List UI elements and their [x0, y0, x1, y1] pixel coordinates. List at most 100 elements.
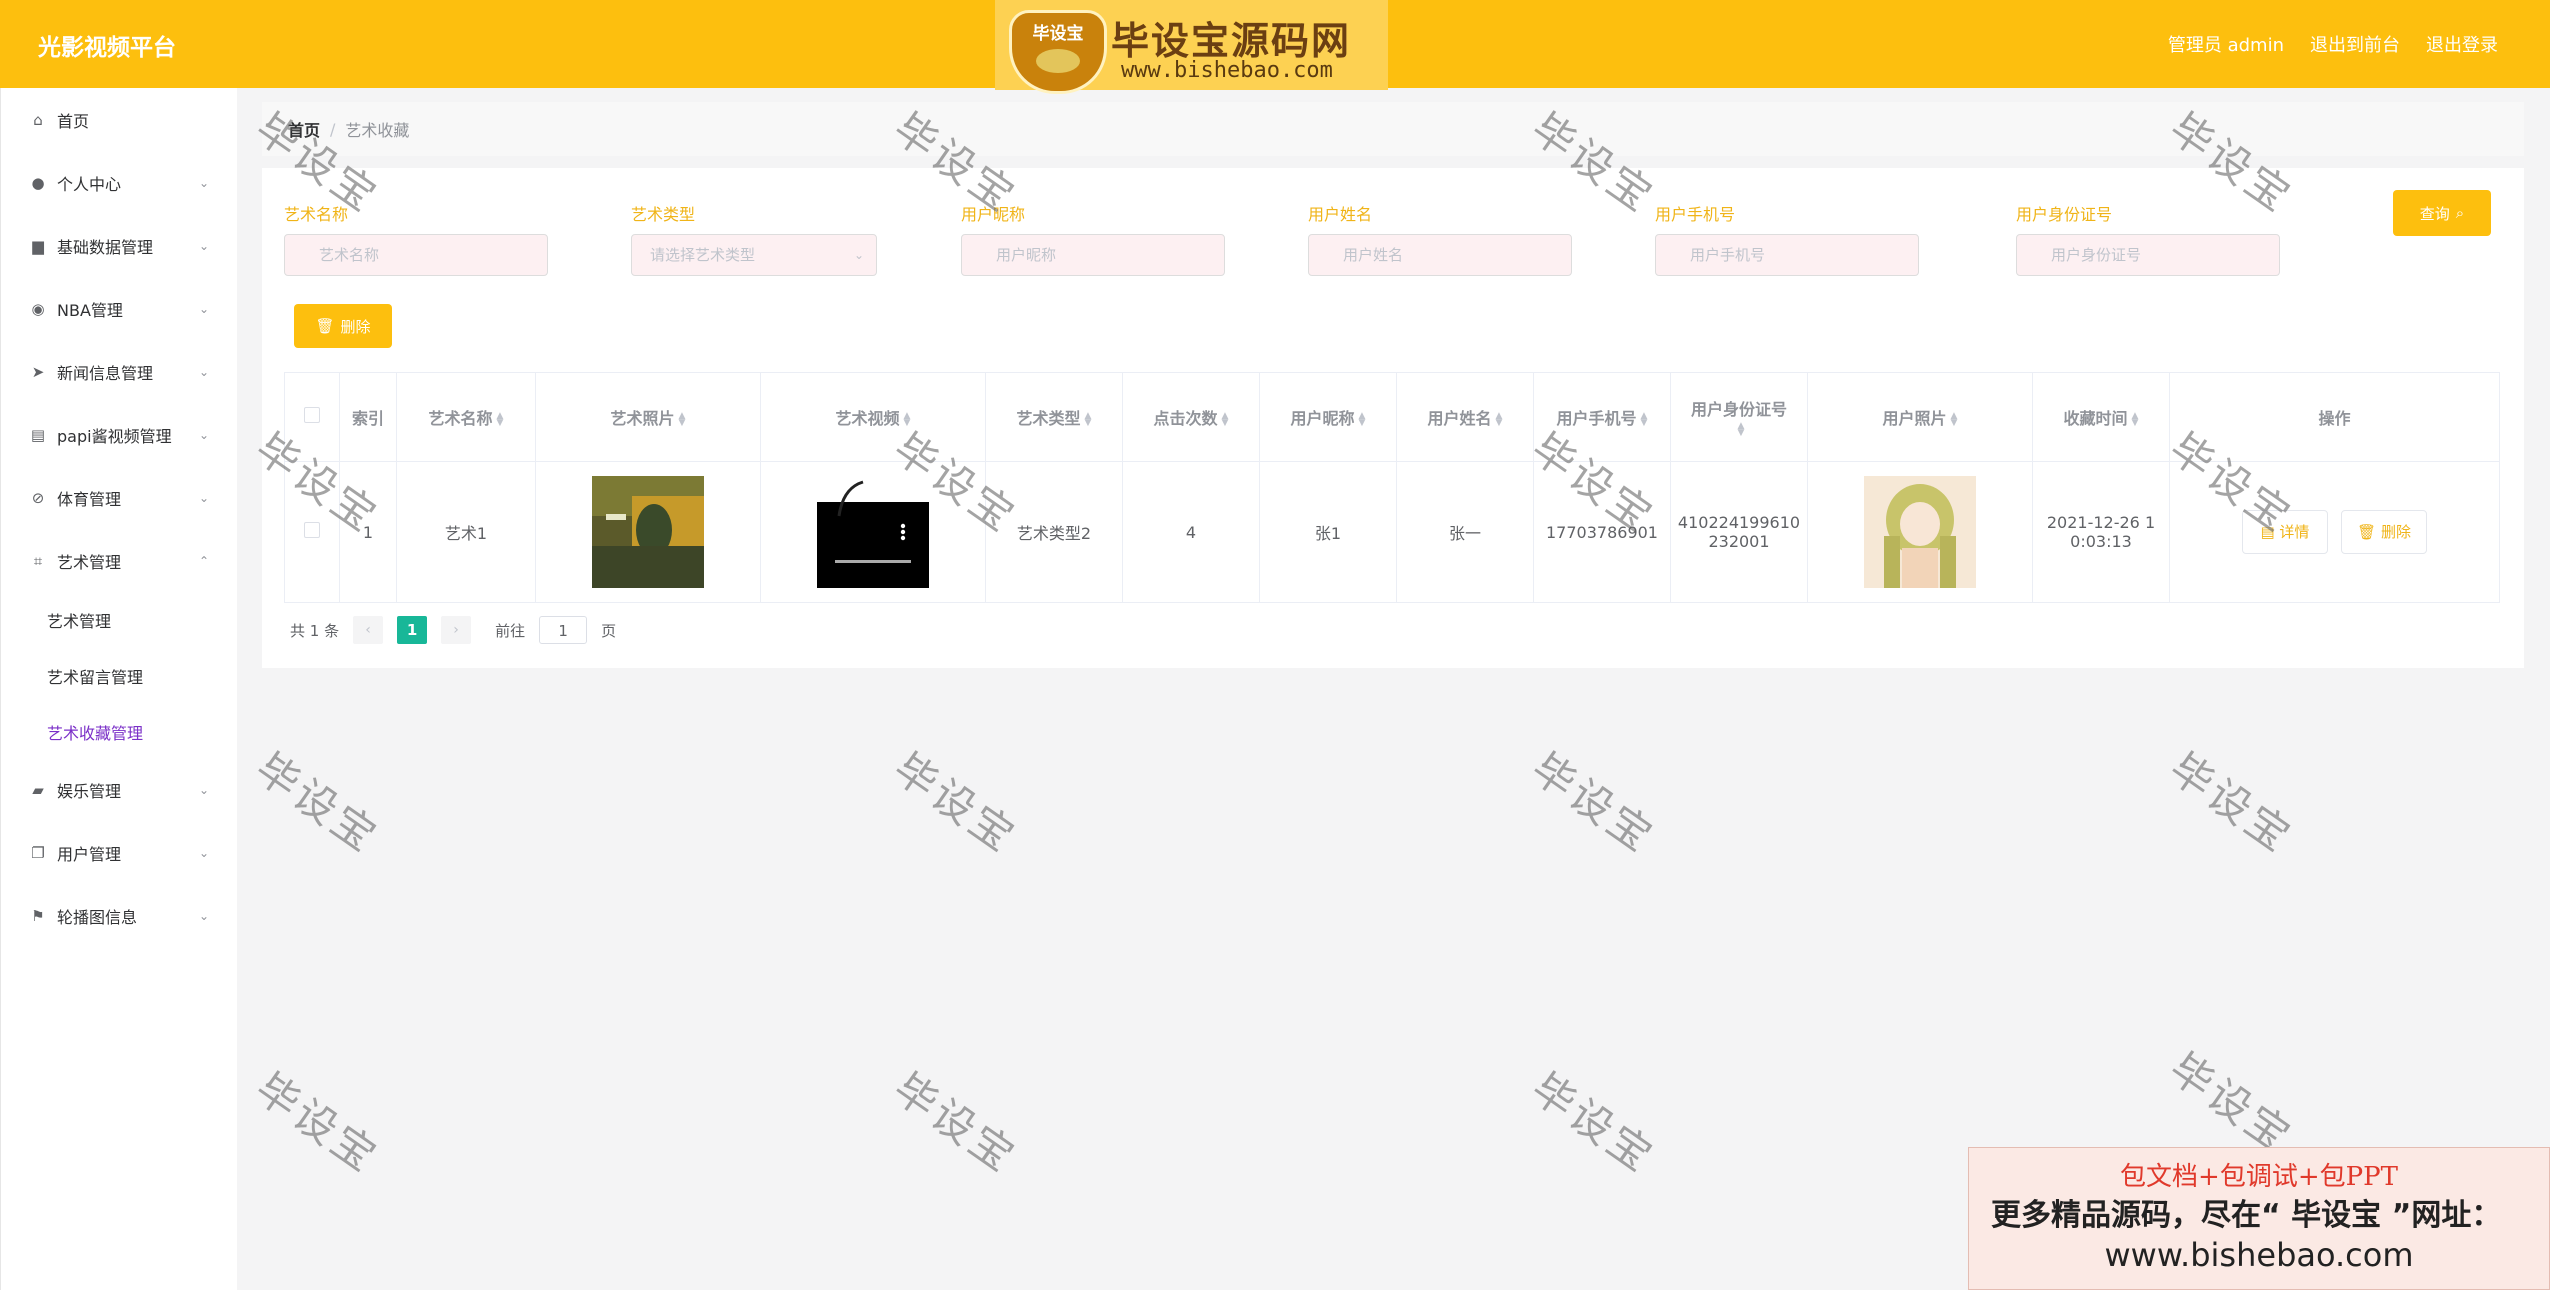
col-label: 点击次数 [1153, 409, 1218, 428]
time-line-2: 0:03:13 [2070, 532, 2132, 551]
query-button-label: 查询 [2419, 204, 2450, 223]
col-realname[interactable]: 用户姓名 ▲ ▼ [1396, 372, 1534, 462]
search-icon: ⌕ [2455, 204, 2465, 222]
submenu-item-art-favorites[interactable]: 艺术收藏管理 [47, 720, 143, 744]
art-type-select[interactable]: 请选择艺术类型 ⌄ [631, 234, 877, 276]
user-name-input[interactable]: 用户姓名 [1308, 234, 1572, 276]
sidebar-item-label: 轮播图信息 [57, 908, 138, 927]
col-phone[interactable]: 用户手机号 ▲ ▼ [1533, 372, 1671, 462]
pagination-total: 共 1 条 [290, 621, 340, 640]
trash-icon: 🗑 [2357, 523, 2377, 541]
col-clicks[interactable]: 点击次数 ▲ ▼ [1122, 372, 1260, 462]
chevron-down-icon: ⌄ [198, 428, 209, 442]
col-label: 用户身份证号 [1690, 399, 1787, 419]
sidebar-item-carousel[interactable]: ⚑ 轮播图信息 ⌄ [1, 896, 237, 936]
col-index: 索引 [339, 372, 397, 462]
next-page-icon[interactable]: › [441, 616, 472, 644]
art-video-player[interactable] [817, 476, 929, 588]
cell-idcard: 410224199610 232001 [1670, 461, 1808, 603]
back-to-frontend-link[interactable]: 退出到前台 [2310, 31, 2400, 57]
sort-icon: ▲ ▼ [1358, 410, 1366, 428]
art-name-input[interactable]: 艺术名称 [284, 234, 548, 276]
admin-user-label[interactable]: 管理员 admin [2168, 31, 2284, 57]
col-art-type[interactable]: 艺术类型 ▲ ▼ [985, 372, 1123, 462]
page-number[interactable]: 1 [397, 616, 428, 644]
col-nickname[interactable]: 用户昵称 ▲ ▼ [1259, 372, 1397, 462]
col-art-video[interactable]: 艺术视频 ▲ ▼ [760, 372, 986, 462]
sort-icon: ▲ ▼ [1221, 410, 1229, 428]
user-name-label: 用户姓名 [1308, 205, 1373, 224]
batch-delete-button[interactable]: 🗑 删除 [294, 304, 392, 348]
sidebar-item-base-data[interactable]: ▆ 基础数据管理 ⌄ [1, 226, 237, 266]
sidebar-item-label: 用户管理 [57, 845, 122, 864]
promo-ad-box[interactable]: 包文档+包调试+包PPT 更多精品源码，尽在“ 毕设宝 ”网址： www.bis… [1968, 1147, 2550, 1290]
chevron-down-icon: ⌄ [198, 302, 209, 316]
sidebar-item-home[interactable]: ⌂ 首页 [1, 100, 237, 140]
col-label: 用户手机号 [1556, 409, 1637, 428]
sport-icon: ⊘ [31, 489, 45, 507]
cell-art-photo [535, 461, 761, 603]
sidebar-item-label: 娱乐管理 [57, 782, 122, 801]
col-label: 艺术照片 [610, 409, 675, 428]
ad-line-2: 更多精品源码，尽在“ 毕设宝 ”网址： [1991, 1198, 2502, 1233]
chevron-down-icon: ⌄ [198, 846, 209, 860]
col-label: 用户昵称 [1290, 409, 1355, 428]
prev-page-icon[interactable]: ‹ [353, 616, 384, 644]
table-header-row: 索引 艺术名称 ▲ ▼ 艺术照片 ▲ ▼ 艺术视频 ▲ ▼ 艺术类型 ▲ ▼ 点击次数 ▲ ▼ 用户… [284, 372, 2500, 462]
col-label: 收藏时间 [2063, 409, 2128, 428]
submenu-item-art-comments[interactable]: 艺术留言管理 [47, 664, 143, 688]
user-idcard-label: 用户身份证号 [2016, 205, 2113, 224]
sort-icon: ▲ ▼ [903, 410, 911, 428]
sidebar-item-personal-center[interactable]: ● 个人中心 ⌄ [1, 163, 237, 203]
col-art-photo[interactable]: 艺术照片 ▲ ▼ [535, 372, 761, 462]
detail-button[interactable]: ▤ 详情 [2241, 510, 2328, 554]
art-name-label: 艺术名称 [284, 205, 349, 224]
idcard-line-1: 410224199610 [1677, 513, 1801, 532]
goto-prefix: 前往 [495, 621, 526, 640]
sidebar-item-news[interactable]: ➤ 新闻信息管理 ⌄ [1, 352, 237, 392]
select-all-cell [284, 372, 340, 462]
col-art-name[interactable]: 艺术名称 ▲ ▼ [396, 372, 536, 462]
cell-art-name: 艺术1 [396, 461, 536, 603]
user-photo-thumbnail[interactable] [1864, 476, 1976, 588]
sort-icon: ▲ ▼ [1495, 410, 1503, 428]
ad-line-3: www.bishebao.com [2104, 1236, 2414, 1274]
watermark: 毕设宝 [246, 743, 388, 863]
logout-link[interactable]: 退出登录 [2426, 31, 2498, 57]
sidebar-item-label: papi酱视频管理 [57, 427, 172, 446]
chevron-down-icon: ⌄ [198, 239, 209, 253]
breadcrumb: 首页 / 艺术收藏 [262, 102, 2524, 156]
header-links: 管理员 admin 退出到前台 退出登录 [2168, 31, 2498, 57]
user-nickname-input[interactable]: 用户昵称 [961, 234, 1225, 276]
user-idcard-input[interactable]: 用户身份证号 [2016, 234, 2280, 276]
detail-button-label: 详情 [2279, 523, 2310, 541]
row-checkbox[interactable] [304, 522, 320, 538]
submenu-item-art-manage[interactable]: 艺术管理 [47, 608, 111, 632]
watermark: 毕设宝 [1522, 743, 1664, 863]
sidebar-item-sports[interactable]: ⊘ 体育管理 ⌄ [1, 478, 237, 518]
user-nickname-label: 用户昵称 [961, 205, 1026, 224]
cell-fav-time: 2021-12-26 1 0:03:13 [2032, 461, 2170, 603]
col-fav-time[interactable]: 收藏时间 ▲ ▼ [2032, 372, 2170, 462]
sidebar-item-users[interactable]: ❐ 用户管理 ⌄ [1, 833, 237, 873]
select-all-checkbox[interactable] [304, 407, 320, 423]
main-content-card: 艺术名称 艺术名称 艺术类型 请选择艺术类型 ⌄ 用户昵称 用户昵称 用户姓名 … [262, 168, 2524, 668]
detail-icon: ▤ [2260, 523, 2275, 541]
sidebar-item-art[interactable]: ⌗ 艺术管理 ⌃ [1, 541, 237, 581]
row-delete-button[interactable]: 🗑 删除 [2341, 510, 2428, 554]
breadcrumb-home[interactable]: 首页 [288, 117, 320, 141]
cell-phone: 17703786901 [1533, 461, 1671, 603]
sort-icon: ▲ ▼ [1640, 410, 1648, 428]
row-delete-label: 删除 [2380, 523, 2411, 541]
art-photo-thumbnail[interactable] [592, 476, 704, 588]
goto-page-input[interactable]: 1 [539, 616, 588, 644]
col-user-photo[interactable]: 用户照片 ▲ ▼ [1807, 372, 2033, 462]
query-button[interactable]: 查询 ⌕ [2393, 190, 2491, 236]
sidebar-item-entertainment[interactable]: ▰ 娱乐管理 ⌄ [1, 770, 237, 810]
user-phone-input[interactable]: 用户手机号 [1655, 234, 1919, 276]
breadcrumb-current: 艺术收藏 [345, 121, 410, 140]
sidebar-item-nba[interactable]: ◉ NBA管理 ⌄ [1, 289, 237, 329]
sidebar-item-papi-video[interactable]: ▤ papi酱视频管理 ⌄ [1, 415, 237, 455]
col-idcard[interactable]: 用户身份证号 ▲ ▼ [1670, 372, 1808, 462]
sort-icon: ▲ ▼ [1084, 410, 1092, 428]
